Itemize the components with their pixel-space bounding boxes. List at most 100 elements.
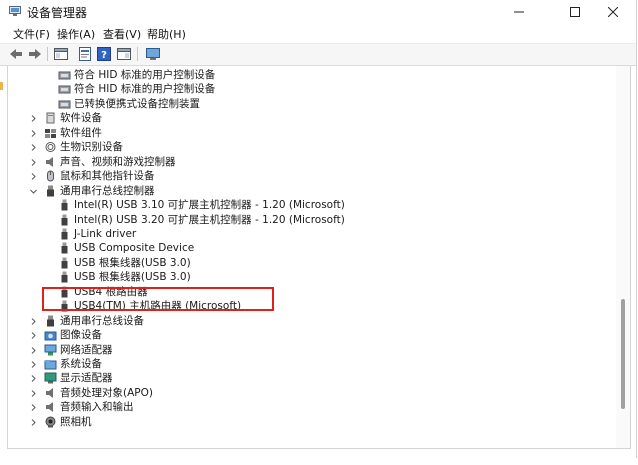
biometric-icon: [45, 142, 56, 153]
tree-item-label: 音频输入和输出: [60, 401, 134, 414]
usb-icon: [47, 315, 54, 327]
chevron-right-icon[interactable]: [29, 143, 38, 152]
chevron-right-icon[interactable]: [29, 403, 38, 412]
chevron-right-icon[interactable]: [29, 317, 38, 326]
window-title: 设备管理器: [27, 6, 88, 20]
tree-category-item[interactable]: 软件组件: [8, 126, 608, 140]
properties-icon[interactable]: [77, 46, 93, 62]
usb-plug-icon: [61, 214, 68, 225]
vertical-scrollbar[interactable]: [616, 66, 630, 448]
device-manager-app-icon: [9, 6, 21, 16]
tree-item-label: 鼠标和其他指针设备: [60, 170, 155, 183]
show-hide-console-tree-icon[interactable]: [53, 46, 69, 62]
minimize-button[interactable]: [496, 0, 542, 24]
tree-device-item[interactable]: 符合 HID 标准的用户控制设备: [8, 82, 608, 96]
menu-help[interactable]: 帮助(H): [145, 26, 188, 42]
chevron-right-icon[interactable]: [29, 360, 38, 369]
tree-category-item[interactable]: 软件设备: [8, 111, 608, 125]
speaker-icon: [46, 156, 53, 167]
tree-device-item[interactable]: 已转换便携式设备控制装置: [8, 97, 608, 111]
usb-plug-icon: [61, 228, 68, 240]
tree-category-item[interactable]: 音频输入和输出: [8, 400, 608, 414]
toolbar: ?: [0, 43, 636, 66]
device-tree-panel: 符合 HID 标准的用户控制设备 符合 HID 标准的用户控制设备 已转换便携式设备…: [7, 66, 631, 449]
tree-device-item[interactable]: 符合 HID 标准的用户控制设备: [8, 68, 608, 82]
tree-item-label: 音频处理对象(APO): [60, 386, 153, 399]
usb-plug-icon: [61, 257, 68, 269]
display-icon: [44, 372, 57, 384]
tree-item-label: USB 根集线器(USB 3.0): [74, 256, 191, 269]
chevron-right-icon[interactable]: [29, 374, 38, 383]
chevron-right-icon[interactable]: [29, 129, 38, 138]
back-icon[interactable]: [8, 46, 24, 62]
tree-item-label: Intel(R) USB 3.20 可扩展主机控制器 - 1.20 (Micro…: [74, 213, 345, 226]
tree-item-label: 软件设备: [60, 112, 102, 125]
tree-category-item[interactable]: 照相机: [8, 415, 608, 429]
tree-item-label: 图像设备: [60, 329, 102, 342]
menu-view[interactable]: 查看(V): [101, 26, 143, 42]
close-button[interactable]: [590, 0, 636, 24]
close-icon: [608, 7, 618, 17]
tree-category-item[interactable]: 声音、视频和游戏控制器: [8, 155, 608, 169]
chevron-right-icon[interactable]: [29, 389, 38, 398]
menu-action[interactable]: 操作(A): [55, 26, 97, 42]
tree-category-item[interactable]: 图像设备: [8, 328, 608, 342]
help-icon[interactable]: ?: [96, 46, 112, 62]
chevron-right-icon[interactable]: [29, 331, 38, 340]
toolbar-separator: [137, 47, 138, 61]
chevron-right-icon[interactable]: [29, 346, 38, 355]
tree-device-item[interactable]: Intel(R) USB 3.20 可扩展主机控制器 - 1.20 (Micro…: [8, 213, 608, 227]
tree-device-item[interactable]: USB 根集线器(USB 3.0): [8, 270, 608, 284]
tree-category-item[interactable]: 网络适配器: [8, 343, 608, 357]
minimize-icon: [514, 11, 524, 13]
tree-item-label: 声音、视频和游戏控制器: [60, 155, 176, 168]
console-icon[interactable]: [116, 46, 132, 62]
menu-bar: 文件(F) 操作(A) 查看(V) 帮助(H): [0, 25, 636, 43]
tree-item-label: 生物识别设备: [60, 141, 123, 154]
tree-item-label: J-Link driver: [74, 227, 137, 240]
forward-icon[interactable]: [27, 46, 43, 62]
tree-category-item[interactable]: 系统设备: [8, 357, 608, 371]
tree-item-label: USB Composite Device: [74, 242, 195, 255]
tree-device-item[interactable]: Intel(R) USB 3.10 可扩展主机控制器 - 1.20 (Micro…: [8, 198, 608, 212]
usb-plug-icon: [61, 199, 68, 211]
title-bar[interactable]: 设备管理器: [0, 0, 636, 24]
tree-item-label: 系统设备: [60, 358, 102, 370]
chevron-right-icon[interactable]: [29, 172, 38, 181]
tree-category-item[interactable]: 音频处理对象(APO): [8, 386, 608, 400]
hid-device-icon: [58, 71, 71, 80]
device-manager-window: 设备管理器 文件(F) 操作(A) 查看(V) 帮助(H) ? 符合 HID 标…: [0, 0, 637, 458]
folder-icon: [44, 360, 57, 370]
tree-item-label: 符合 HID 标准的用户控制设备: [74, 69, 216, 81]
device-tree: 符合 HID 标准的用户控制设备 符合 HID 标准的用户控制设备 已转换便携式设备…: [8, 66, 616, 448]
scrollbar-thumb[interactable]: [621, 299, 625, 409]
tree-category-item[interactable]: 通用串行总线设备: [8, 314, 608, 328]
tree-category-item[interactable]: 显示适配器: [8, 371, 608, 385]
svg-text:?: ?: [101, 50, 107, 61]
tree-item-label: 通用串行总线控制器: [60, 184, 155, 197]
computer-monitor-icon[interactable]: [145, 46, 161, 62]
menu-file[interactable]: 文件(F): [11, 26, 52, 42]
tree-category-item[interactable]: 鼠标和其他指针设备: [8, 169, 608, 183]
chevron-right-icon[interactable]: [29, 158, 38, 167]
background-window-edge: [0, 82, 3, 90]
tree-category-item[interactable]: 生物识别设备: [8, 140, 608, 154]
mouse-icon: [47, 170, 54, 182]
tree-item-label: 显示适配器: [60, 372, 113, 385]
speaker-icon: [46, 387, 53, 398]
tree-device-item[interactable]: USB Composite Device: [8, 241, 608, 255]
camera-icon: [44, 331, 57, 341]
tree-device-item[interactable]: J-Link driver: [8, 227, 608, 241]
chevron-right-icon[interactable]: [29, 418, 38, 427]
tree-device-item[interactable]: USB 根集线器(USB 3.0): [8, 256, 608, 270]
highlight-annotation-box: [42, 287, 274, 311]
usb-icon: [47, 185, 54, 197]
tree-item-label: 通用串行总线设备: [60, 314, 144, 327]
chevron-down-icon[interactable]: [29, 187, 38, 196]
chevron-right-icon[interactable]: [29, 114, 38, 123]
tree-item-label: 照相机: [60, 415, 92, 428]
tree-category-item[interactable]: 通用串行总线控制器: [8, 184, 608, 198]
software-component-icon: [45, 128, 56, 138]
usb-plug-icon: [61, 242, 68, 254]
tree-item-label: USB 根集线器(USB 3.0): [74, 271, 191, 284]
